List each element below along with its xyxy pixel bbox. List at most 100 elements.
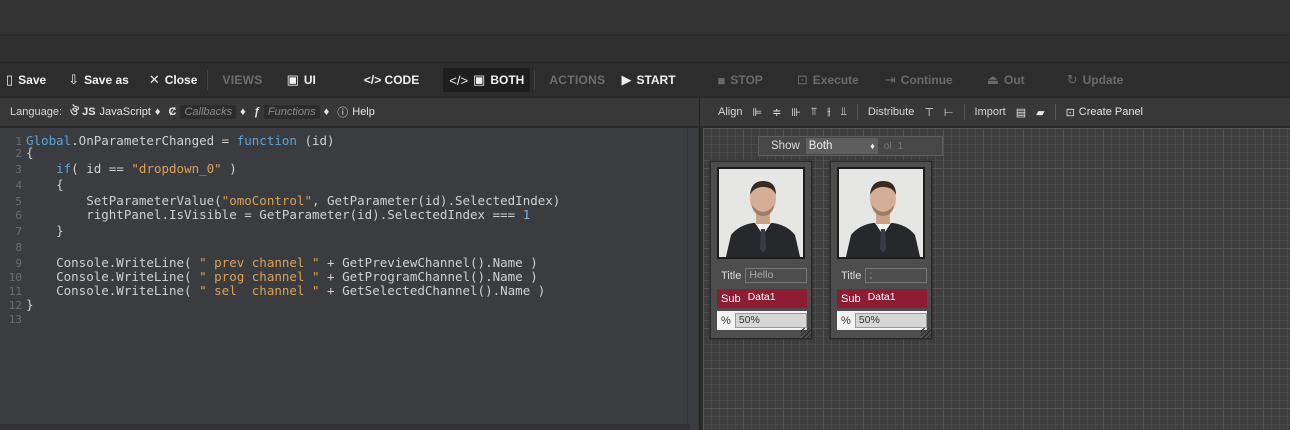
save-as-button[interactable]: ⇩ Save as: [62, 68, 135, 92]
code-editor[interactable]: 1 Global.OnParameterChanged = function (i…: [0, 128, 700, 430]
percent-field: % 50%: [837, 311, 927, 330]
sub-input[interactable]: Data1: [864, 291, 927, 306]
title-label: Title: [841, 269, 862, 282]
percent-label: %: [841, 314, 851, 327]
layout-tools-bar: Align ⊫ ≑ ⊪ ⫪ ⫲ ⫫ Distribute ⊤ ⊢ Import …: [700, 98, 1290, 126]
portrait-icon: [719, 169, 803, 257]
title-field: Title Hello: [717, 266, 807, 285]
save-icon: ▯: [6, 72, 14, 87]
create-panel-button[interactable]: ⊡ Create Panel: [1066, 106, 1143, 119]
line-number: 9: [15, 257, 22, 270]
help-icon: ⓘ: [337, 107, 349, 119]
function-icon: ƒ: [253, 106, 260, 118]
main-toolbar: ▯ Save ⇩ Save as ✕ Close VIEWS ▣ UI </> …: [0, 64, 1290, 96]
percent-label: %: [721, 314, 731, 327]
code-options-bar: Language: ঔ JS JavaScript ♦ Ȼ Callbacks …: [0, 98, 700, 126]
eject-icon: ⏏: [986, 72, 1000, 87]
design-canvas[interactable]: Show Both ♦ ol 1 Title Hello Sub Data1 %…: [703, 128, 1290, 430]
sub-field: Sub Data1: [837, 289, 927, 308]
show-extra-b: 1: [897, 140, 904, 152]
line-number: 11: [8, 285, 22, 298]
resize-handle-icon[interactable]: [801, 328, 811, 338]
close-button[interactable]: ✕ Close: [143, 68, 204, 92]
callbacks-icon: Ȼ: [168, 106, 177, 118]
language-dropdown[interactable]: ঔ JS JavaScript ♦: [70, 103, 161, 122]
stop-icon: ■: [717, 72, 726, 88]
tab-strip: [0, 36, 1290, 63]
align-middle-icon[interactable]: ⫲: [827, 106, 831, 119]
start-button[interactable]: ▶ START: [615, 68, 681, 92]
code-view-button[interactable]: </> CODE: [358, 68, 425, 92]
views-section-label: VIEWS: [222, 73, 263, 87]
js-icon: ঔ JS: [70, 105, 96, 118]
refresh-icon: ↻: [1066, 72, 1078, 87]
title-input[interactable]: Hello: [745, 268, 807, 283]
dropdown-arrow-icon: ♦: [240, 106, 246, 118]
line-number: 10: [8, 271, 22, 284]
ui-panel-right[interactable]: Title ; Sub Data1 % 50%: [830, 161, 932, 339]
dropdown-arrow-icon: ♦: [870, 141, 875, 151]
play-icon: ▶: [621, 72, 632, 87]
distribute-horizontal-icon[interactable]: ⊢: [944, 106, 954, 119]
show-dropdown[interactable]: Both ♦: [805, 138, 878, 154]
callbacks-dropdown[interactable]: Ȼ Callbacks ♦: [169, 105, 246, 119]
show-label: Show: [771, 140, 800, 152]
code-icon: </>: [449, 72, 469, 88]
title-input[interactable]: ;: [865, 268, 927, 283]
continue-icon: ⇥: [884, 72, 896, 87]
line-number: 7: [15, 225, 22, 238]
code-line: 9 Console.WriteLine( " prev channel " + …: [0, 256, 537, 270]
percent-input[interactable]: 50%: [854, 313, 927, 328]
code-line: 2{: [0, 146, 33, 159]
percent-input[interactable]: 50%: [734, 313, 807, 328]
show-control: Show Both ♦ ol 1: [758, 136, 943, 156]
save-as-icon: ⇩: [68, 72, 80, 87]
portrait-image: [717, 167, 805, 259]
code-line: 6 rightPanel.IsVisible = GetParameter(id…: [0, 208, 530, 221]
editor-horizontal-scrollbar[interactable]: [0, 424, 690, 430]
code-line: 10 Console.WriteLine( " prog channel " +…: [0, 270, 538, 284]
title-label: Title: [721, 269, 742, 282]
sub-label: Sub: [841, 292, 861, 305]
update-button[interactable]: ↻ Update: [1061, 68, 1130, 92]
align-bottom-icon[interactable]: ⫫: [841, 106, 847, 119]
resize-handle-icon[interactable]: [921, 328, 931, 338]
sub-field: Sub Data1: [717, 289, 807, 308]
close-icon: ✕: [148, 72, 160, 87]
title-field: Title ;: [837, 266, 927, 285]
dropdown-arrow-icon: ♦: [154, 106, 161, 118]
ui-view-icon: ▣: [286, 72, 299, 87]
align-center-icon[interactable]: ≑: [772, 106, 781, 119]
ui-view-icon: ▣: [473, 72, 486, 87]
percent-field: % 50%: [717, 311, 807, 330]
help-button[interactable]: ⓘ Help: [337, 104, 375, 120]
ui-view-button[interactable]: ▣ UI: [281, 68, 322, 92]
folder-open-icon[interactable]: ▰: [1036, 106, 1044, 119]
execute-icon: ⊡: [796, 72, 808, 87]
code-line: 8: [0, 241, 26, 254]
stop-button[interactable]: ■ STOP: [712, 68, 769, 92]
align-top-icon[interactable]: ⫪: [811, 106, 817, 119]
editor-scrollbar[interactable]: [687, 128, 699, 430]
clipboard-icon[interactable]: ▤: [1016, 106, 1026, 119]
import-label: Import: [974, 106, 1006, 118]
both-view-button[interactable]: </> ▣ BOTH: [443, 68, 531, 92]
align-left-icon[interactable]: ⊫: [752, 106, 762, 119]
code-line: 4 {: [0, 178, 63, 191]
out-button[interactable]: ⏏ Out: [981, 68, 1031, 92]
divider: [1054, 104, 1056, 120]
sub-input[interactable]: Data1: [744, 291, 807, 306]
code-line: 11 Console.WriteLine( " sel channel " + …: [0, 284, 546, 298]
continue-button[interactable]: ⇥ Continue: [879, 68, 959, 92]
divider: [534, 70, 536, 90]
line-number: 12: [8, 299, 22, 312]
code-line: 1 Global.OnParameterChanged = function (i…: [0, 134, 334, 147]
functions-dropdown[interactable]: ƒ Functions ♦: [254, 105, 329, 119]
align-right-icon[interactable]: ⊪: [791, 106, 801, 119]
secondary-toolbar: Language: ঔ JS JavaScript ♦ Ȼ Callbacks …: [0, 97, 1290, 127]
ui-panel-left[interactable]: Title Hello Sub Data1 % 50%: [710, 161, 812, 339]
execute-button[interactable]: ⊡ Execute: [791, 68, 865, 92]
save-button[interactable]: ▯ Save: [0, 68, 52, 92]
distribute-vertical-icon[interactable]: ⊤: [924, 106, 934, 119]
portrait-icon: [839, 169, 923, 257]
